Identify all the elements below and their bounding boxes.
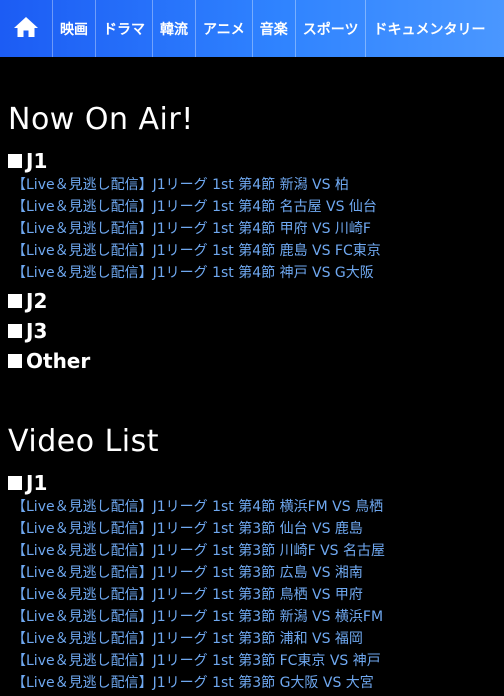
category-j2-now[interactable]: J2 [8,288,47,314]
square-bullet-icon [8,354,22,368]
list-item-link[interactable]: 【Live＆見逃し配信】J1リーグ 1st 第3節 仙台 VS 鹿島 [12,518,385,540]
category-label: J1 [26,149,48,173]
list-item-link[interactable]: 【Live＆見逃し配信】J1リーグ 1st 第4節 名古屋 VS 仙台 [12,196,381,218]
list-item-link[interactable]: 【Live＆見逃し配信】J1リーグ 1st 第3節 G大阪 VS 大宮 [12,672,385,694]
video-list-heading: Video List [8,424,160,459]
list-item-link[interactable]: 【Live＆見逃し配信】J1リーグ 1st 第3節 FC東京 VS 神戸 [12,650,385,672]
nav-item-sports[interactable]: スポーツ [294,0,366,57]
list-item-link[interactable]: 【Live＆見逃し配信】J1リーグ 1st 第3節 浦和 VS 福岡 [12,628,385,650]
list-item-link[interactable]: 【Live＆見逃し配信】J1リーグ 1st 第3節 広島 VS 湘南 [12,562,385,584]
nav-item-documentary[interactable]: ドキュメンタリー [365,0,492,57]
now-on-air-j1-list: 【Live＆見逃し配信】J1リーグ 1st 第4節 新潟 VS 柏 【Live＆… [12,174,381,284]
category-j1-now[interactable]: J1 [8,148,47,174]
category-label: Other [26,349,91,373]
category-label: J1 [26,471,48,495]
list-item-link[interactable]: 【Live＆見逃し配信】J1リーグ 1st 第3節 鳥栖 VS 甲府 [12,584,385,606]
category-label: J3 [26,319,48,343]
nav-item-anime[interactable]: アニメ [195,0,252,57]
now-on-air-heading: Now On Air! [8,102,194,137]
category-j3-now[interactable]: J3 [8,318,47,344]
list-item-link[interactable]: 【Live＆見逃し配信】J1リーグ 1st 第3節 川崎F VS 名古屋 [12,540,385,562]
list-item-link[interactable]: 【Live＆見逃し配信】J1リーグ 1st 第4節 横浜FM VS 鳥栖 [12,496,385,518]
video-list-j1-list: 【Live＆見逃し配信】J1リーグ 1st 第4節 横浜FM VS 鳥栖 【Li… [12,496,385,694]
list-item-link[interactable]: 【Live＆見逃し配信】J1リーグ 1st 第4節 鹿島 VS FC東京 [12,240,381,262]
list-item-link[interactable]: 【Live＆見逃し配信】J1リーグ 1st 第3節 新潟 VS 横浜FM [12,606,385,628]
square-bullet-icon [8,294,22,308]
category-other-now[interactable]: Other [8,348,90,374]
nav-item-music[interactable]: 音楽 [251,0,295,57]
nav-item-movies[interactable]: 映画 [52,0,95,57]
top-nav-bar: 映画 ドラマ 韓流 アニメ 音楽 スポーツ ドキュメンタリー [0,0,504,57]
list-item-link[interactable]: 【Live＆見逃し配信】J1リーグ 1st 第4節 甲府 VS 川崎F [12,218,381,240]
category-label: J2 [26,289,48,313]
list-item-link[interactable]: 【Live＆見逃し配信】J1リーグ 1st 第4節 新潟 VS 柏 [12,174,381,196]
home-icon [13,15,39,43]
nav-item-drama[interactable]: ドラマ [95,0,152,57]
list-item-link[interactable]: 【Live＆見逃し配信】J1リーグ 1st 第4節 神戸 VS G大阪 [12,262,381,284]
square-bullet-icon [8,154,22,168]
home-button[interactable] [0,0,52,57]
square-bullet-icon [8,476,22,490]
category-j1-video[interactable]: J1 [8,470,47,496]
nav-item-korean[interactable]: 韓流 [152,0,195,57]
square-bullet-icon [8,324,22,338]
